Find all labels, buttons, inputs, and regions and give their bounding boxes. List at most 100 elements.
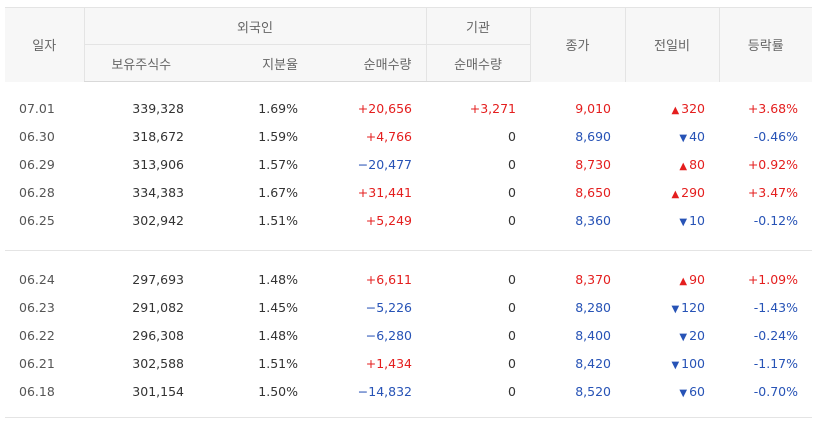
cell-foreign-net-buy: −5,226 xyxy=(365,299,412,315)
cell-close-price: 8,400 xyxy=(575,327,611,343)
cell-foreign-net-buy: +6,611 xyxy=(365,271,412,287)
cell-foreign-net-buy: −6,280 xyxy=(365,327,412,343)
cell-change-rate: -0.24% xyxy=(753,327,798,343)
up-triangle-icon: ▲ xyxy=(671,188,680,200)
change-value: 10 xyxy=(689,212,705,228)
cell-close-price: 8,690 xyxy=(575,128,611,144)
cell-foreign-net-buy: −20,477 xyxy=(357,156,412,172)
cell-date: 06.29 xyxy=(19,156,55,172)
cell-close-price: 8,730 xyxy=(575,156,611,172)
cell-institution-net-buy: 0 xyxy=(508,355,516,371)
down-triangle-icon: ▼ xyxy=(679,331,688,343)
cell-close-price: 8,520 xyxy=(575,383,611,399)
cell-change: ▼ 60 xyxy=(625,377,719,405)
header-institution: 기관 xyxy=(425,7,530,45)
table-row: 06.29 313,906 1.57% −20,477 0 8,730 ▲ 80 +0.92% xyxy=(5,150,812,178)
up-triangle-icon: ▲ xyxy=(679,160,688,172)
change-value: 40 xyxy=(689,128,705,144)
cell-close-price: 8,420 xyxy=(575,355,611,371)
cell-institution-net-buy: 0 xyxy=(508,156,516,172)
change-value: 290 xyxy=(681,184,705,200)
table-row: 06.22 296,308 1.48% −6,280 0 8,400 ▼ 20 -0.24% xyxy=(5,321,812,349)
table-row: 06.28 334,383 1.67% +31,441 0 8,650 ▲ 290 +3.47% xyxy=(5,178,812,206)
cell-foreign-net-buy: +1,434 xyxy=(365,355,412,371)
cell-change: ▲ 320 xyxy=(625,94,719,122)
cell-date: 06.28 xyxy=(19,184,55,200)
row-spacer xyxy=(5,82,812,95)
change-value: 320 xyxy=(681,100,705,116)
cell-share-ratio: 1.67% xyxy=(258,184,298,200)
down-triangle-icon: ▼ xyxy=(679,132,688,144)
row-spacer xyxy=(5,251,812,266)
cell-share-ratio: 1.48% xyxy=(258,327,298,343)
cell-holdings: 339,328 xyxy=(132,100,184,116)
group-divider xyxy=(5,405,812,418)
header-close-price: 종가 xyxy=(529,7,625,82)
cell-change-rate: -1.43% xyxy=(753,299,798,315)
cell-institution-net-buy: 0 xyxy=(508,383,516,399)
group-divider xyxy=(5,234,812,251)
cell-date: 06.18 xyxy=(19,383,55,399)
table-row: 07.01 339,328 1.69% +20,656 +3,271 9,010 ▲ 320 +… xyxy=(5,94,812,122)
down-triangle-icon: ▼ xyxy=(679,387,688,399)
change-value: 100 xyxy=(681,355,705,371)
header-change: 전일비 xyxy=(624,7,719,82)
cell-date: 06.23 xyxy=(19,299,55,315)
cell-change: ▼ 120 xyxy=(625,293,719,321)
cell-close-price: 8,650 xyxy=(575,184,611,200)
spacer-cell xyxy=(5,82,812,95)
change-value: 60 xyxy=(689,383,705,399)
table-row: 06.18 301,154 1.50% −14,832 0 8,520 ▼ 60 -0.70% xyxy=(5,377,812,405)
cell-change: ▼ 20 xyxy=(625,321,719,349)
header-foreign-net-buy: 순매수량 xyxy=(312,44,426,82)
cell-share-ratio: 1.51% xyxy=(258,355,298,371)
table-row: 06.25 302,942 1.51% +5,249 0 8,360 ▼ 10 -0.12% xyxy=(5,206,812,234)
down-triangle-icon: ▼ xyxy=(671,303,680,315)
cell-change: ▼ 100 xyxy=(625,349,719,377)
cell-holdings: 296,308 xyxy=(132,327,184,343)
cell-date: 06.22 xyxy=(19,327,55,343)
cell-institution-net-buy: +3,271 xyxy=(469,100,516,116)
cell-share-ratio: 1.51% xyxy=(258,212,298,228)
cell-change-rate: +3.68% xyxy=(747,100,798,116)
table-body: 07.01 339,328 1.69% +20,656 +3,271 9,010 ▲ 320 +… xyxy=(5,82,812,418)
header-holdings: 보유주식수 xyxy=(83,44,198,82)
header-institution-net-buy: 순매수량 xyxy=(425,44,530,82)
header-change-rate: 등락률 xyxy=(718,7,812,82)
cell-foreign-net-buy: +20,656 xyxy=(357,100,412,116)
header-foreign: 외국인 xyxy=(83,7,426,45)
cell-institution-net-buy: 0 xyxy=(508,184,516,200)
cell-holdings: 302,942 xyxy=(132,212,184,228)
change-value: 80 xyxy=(689,156,705,172)
change-value: 20 xyxy=(689,327,705,343)
down-triangle-icon: ▼ xyxy=(679,216,688,228)
cell-holdings: 302,588 xyxy=(132,355,184,371)
cell-date: 07.01 xyxy=(19,100,55,116)
cell-change-rate: -0.46% xyxy=(753,128,798,144)
up-triangle-icon: ▲ xyxy=(679,275,688,287)
table-row: 06.23 291,082 1.45% −5,226 0 8,280 ▼ 120 -1.43% xyxy=(5,293,812,321)
cell-foreign-net-buy: +4,766 xyxy=(365,128,412,144)
cell-date: 06.21 xyxy=(19,355,55,371)
cell-share-ratio: 1.59% xyxy=(258,128,298,144)
cell-date: 06.30 xyxy=(19,128,55,144)
cell-institution-net-buy: 0 xyxy=(508,212,516,228)
investor-trading-table: 일자 외국인 기관 종가 전일비 등락률 보유주식수 지분율 순매수량 순매수량… xyxy=(5,7,812,418)
cell-foreign-net-buy: +31,441 xyxy=(357,184,412,200)
cell-institution-net-buy: 0 xyxy=(508,128,516,144)
cell-share-ratio: 1.45% xyxy=(258,299,298,315)
cell-holdings: 291,082 xyxy=(132,299,184,315)
cell-holdings: 334,383 xyxy=(132,184,184,200)
cell-change-rate: +3.47% xyxy=(747,184,798,200)
cell-change: ▲ 80 xyxy=(625,150,719,178)
cell-share-ratio: 1.48% xyxy=(258,271,298,287)
cell-change-rate: -0.70% xyxy=(753,383,798,399)
cell-institution-net-buy: 0 xyxy=(508,327,516,343)
cell-institution-net-buy: 0 xyxy=(508,299,516,315)
table-row: 06.21 302,588 1.51% +1,434 0 8,420 ▼ 100 -1.17% xyxy=(5,349,812,377)
cell-change: ▼ 10 xyxy=(625,206,719,234)
cell-change: ▼ 40 xyxy=(625,122,719,150)
investor-trading-table-container: 일자 외국인 기관 종가 전일비 등락률 보유주식수 지분율 순매수량 순매수량… xyxy=(5,7,812,418)
cell-share-ratio: 1.69% xyxy=(258,100,298,116)
cell-close-price: 8,370 xyxy=(575,271,611,287)
